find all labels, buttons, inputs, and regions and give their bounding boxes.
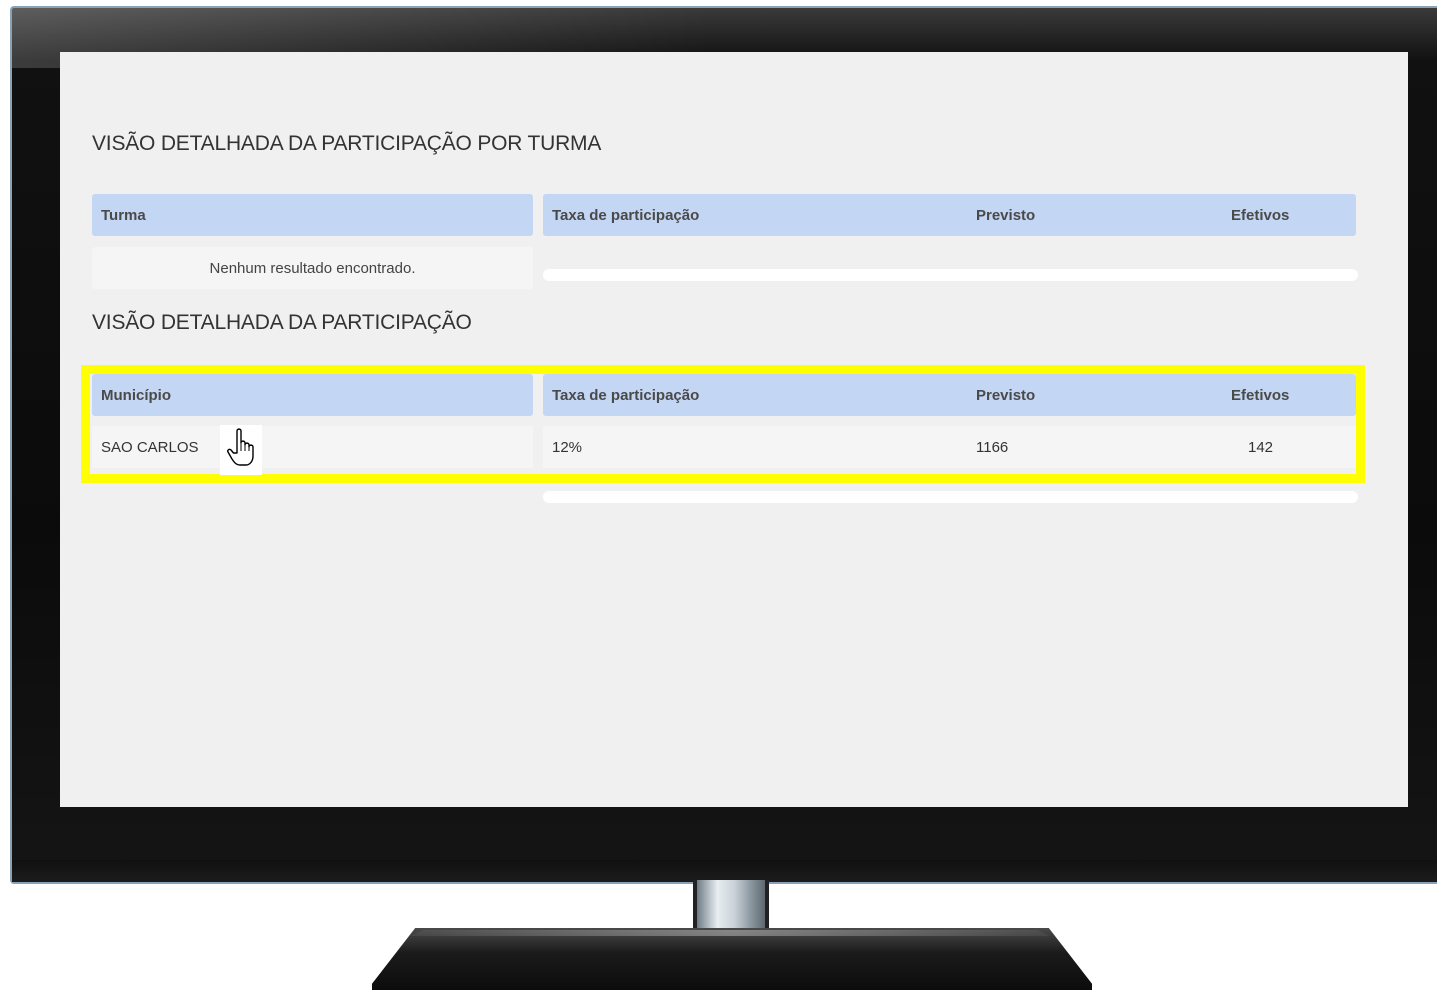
column-header-efetivos[interactable]: Efetivos <box>1231 207 1289 224</box>
monitor-bottom-strip <box>12 860 1437 882</box>
table-row-stats[interactable]: 12% 1166 142 <box>543 426 1356 468</box>
cell-previsto: 1166 <box>976 439 1009 456</box>
cell-municipio: SAO CARLOS <box>101 439 199 456</box>
column-header-turma[interactable]: Turma <box>101 207 146 224</box>
turma-table-header: Turma <box>92 194 533 236</box>
monitor-stand-gloss <box>410 930 1050 936</box>
horizontal-scrollbar[interactable] <box>543 491 1358 503</box>
column-header-previsto[interactable]: Previsto <box>976 387 1035 404</box>
column-header-previsto[interactable]: Previsto <box>976 207 1035 224</box>
column-header-taxa[interactable]: Taxa de participação <box>552 207 699 224</box>
cell-efetivos: 142 <box>1248 439 1274 456</box>
column-header-taxa[interactable]: Taxa de participação <box>552 387 699 404</box>
municipio-stats-header: Taxa de participação Previsto Efetivos <box>543 374 1356 416</box>
section-title-participacao: VISÃO DETALHADA DA PARTICIPAÇÃO <box>92 311 472 334</box>
turma-stats-header: Taxa de participação Previsto Efetivos <box>543 194 1356 236</box>
monitor-stand-base <box>372 928 1092 990</box>
municipio-table-header: Município <box>92 374 533 416</box>
cell-taxa: 12% <box>552 439 583 456</box>
column-header-municipio[interactable]: Município <box>101 387 171 404</box>
hand-pointer-icon <box>220 425 262 475</box>
monitor-screen: VISÃO DETALHADA DA PARTICIPAÇÃO POR TURM… <box>60 52 1408 807</box>
table-row[interactable]: SAO CARLOS <box>92 426 533 468</box>
column-header-efetivos[interactable]: Efetivos <box>1231 387 1289 404</box>
horizontal-scrollbar[interactable] <box>543 269 1358 281</box>
empty-result-message: Nenhum resultado encontrado. <box>92 247 533 289</box>
section-title-turma: VISÃO DETALHADA DA PARTICIPAÇÃO POR TURM… <box>92 132 602 155</box>
